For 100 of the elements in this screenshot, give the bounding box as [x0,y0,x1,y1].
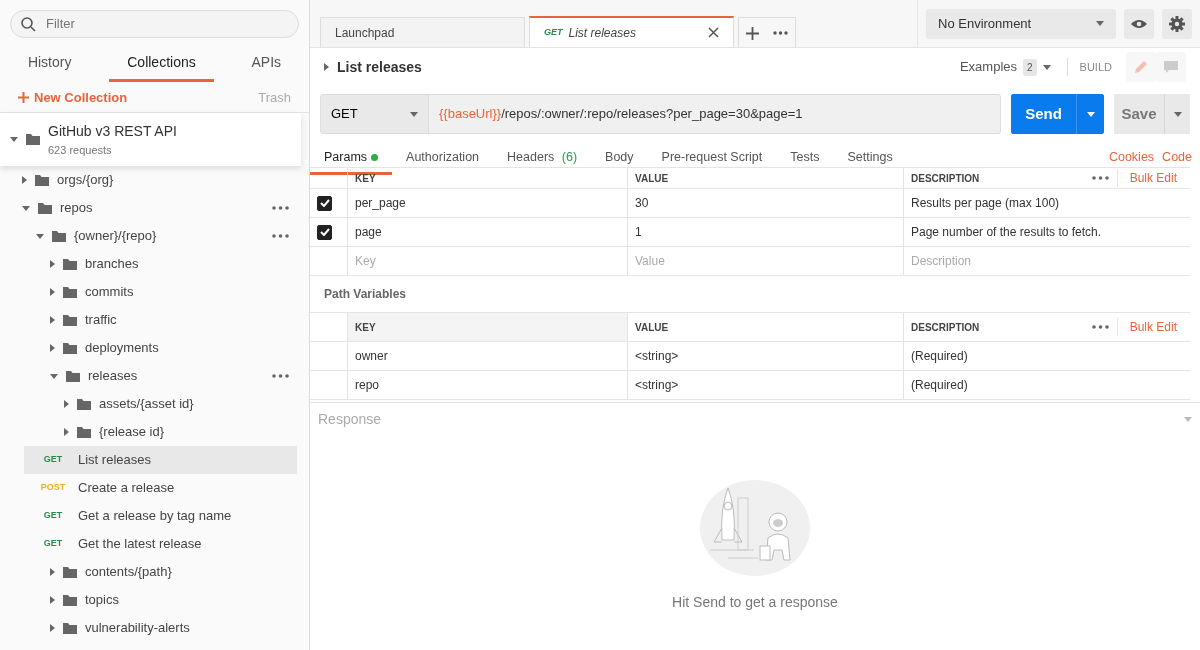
more-icon[interactable] [272,234,289,238]
method-label: GET [544,25,563,39]
examples-dropdown[interactable]: Examples 2 [959,57,1051,77]
caret-icon [1042,64,1051,70]
close-icon[interactable] [708,27,719,38]
request-item[interactable]: GET List releases [24,446,297,474]
plus-icon [746,26,759,40]
folder-name: deployments [85,339,159,358]
example-count: 2 [1023,58,1037,76]
folder-name: commits [85,283,134,302]
comment-icon [1164,60,1178,74]
request-count: 623 requests [48,142,113,158]
caret-icon [1173,111,1182,117]
method-label: GET [42,509,64,523]
tree-folder[interactable]: vulnerability-alerts [0,614,297,642]
tree-folder[interactable]: topics [0,586,297,614]
sidebar-tab[interactable]: History [9,48,90,82]
tab-label: List releases [568,24,636,42]
request-section-tab[interactable]: Tests [776,148,834,175]
folder-icon [77,426,91,438]
key-cell[interactable]: per_page [355,194,406,212]
folder-name: topics [85,591,119,610]
tree-folder[interactable]: {release id} [0,418,297,446]
section-title: Path Variables [323,286,408,303]
tree-folder[interactable]: repos [0,194,297,222]
tree-folder[interactable]: releases [0,362,297,390]
value-cell[interactable]: 1 [635,223,642,241]
tree-folder[interactable]: orgs/{org} [0,166,297,194]
eye-button[interactable] [1124,8,1154,39]
plus-icon [18,92,29,104]
sidebar-tab[interactable]: Collections [109,48,214,82]
more-icon[interactable] [272,374,289,378]
caret-icon [1086,111,1095,117]
folder-name: branches [85,255,139,274]
tree-folder[interactable]: commits [0,278,297,306]
key-cell[interactable]: page [355,223,382,241]
check-icon [319,228,330,236]
folder-name: {owner}/{repo} [74,227,157,246]
key-field[interactable]: Key [355,252,620,270]
empty-message: Hit Send to get a response [672,593,838,612]
sidebar-tab[interactable]: APIs [233,48,300,82]
filter-input[interactable]: Filter [44,13,288,35]
value-cell-text: <string> [635,377,679,394]
column-header: VALUE [635,320,669,335]
request-section-tab[interactable]: Headers (6) [493,148,592,175]
request-item[interactable]: GET Get the latest release [24,530,297,558]
description-field[interactable]: Description [911,252,1183,270]
checkbox[interactable] [317,195,332,211]
value-field[interactable]: Value [635,252,896,270]
request-item[interactable]: GET Get a release by tag name [24,502,297,530]
method-label: POST [39,481,67,495]
collection-name: GitHub v3 REST API [48,121,177,141]
search-icon [21,16,36,32]
description-cell[interactable]: Page number of the results to fetch. [911,223,1102,241]
more-icon[interactable] [1091,176,1109,180]
settings-button[interactable] [1162,8,1192,39]
folder-icon [35,174,49,186]
folder-name: vulnerability-alerts [85,619,190,638]
key-cell-text: repo [355,377,380,394]
description-cell-text: (Required) [911,377,968,394]
request-name: Create a release [78,479,175,498]
pencil-icon [1134,60,1148,74]
tree-folder[interactable]: contents/{path} [0,558,297,586]
more-icon[interactable] [1091,325,1109,329]
caret-icon [1096,21,1104,26]
folder-icon [63,286,77,298]
tab-label: Launchpad [335,24,395,42]
more-icon[interactable] [272,206,289,210]
tree-folder[interactable]: assets/{asset id} [0,390,297,418]
tree-folder[interactable]: deployments [0,334,297,362]
tree-folder[interactable]: {owner}/{repo} [0,222,297,250]
response-title: Response [318,410,382,429]
column-header: KEY [355,320,376,335]
filter-field[interactable]: Filter [10,10,299,38]
more-icon [773,31,788,36]
checkbox[interactable] [317,224,332,240]
environment-dropdown[interactable]: No Environment [926,8,1116,39]
request-section-tab[interactable]: Settings [833,148,907,175]
method-label: GET [42,537,64,551]
request-section-tab[interactable]: Params [310,148,393,175]
value-cell[interactable]: 30 [635,194,649,212]
description-cell[interactable]: Results per page (max 100) [911,194,1060,212]
request-section-tab[interactable]: Authorization [392,148,494,175]
build-button[interactable]: BUILD [1066,57,1118,77]
request-tab[interactable]: Launchpad [320,17,525,47]
folder-name: traffic [85,311,117,330]
folder-icon [63,314,77,326]
folder-icon [63,566,77,578]
folder-icon [77,398,91,410]
caret-icon [1184,417,1192,422]
request-item[interactable]: POST Create a release [24,474,297,502]
folder-icon [26,133,40,145]
column-header: DESCRIPTION [911,320,980,335]
tree-folder[interactable]: branches [0,250,297,278]
key-cell-text: owner [355,348,388,365]
folder-name: orgs/{org} [57,171,114,190]
request-tab[interactable]: GET List releases [529,16,734,47]
tree-folder[interactable]: traffic [0,306,297,334]
collection-header[interactable]: GitHub v3 REST API 623 requests [0,112,301,166]
eye-icon [1131,18,1147,29]
